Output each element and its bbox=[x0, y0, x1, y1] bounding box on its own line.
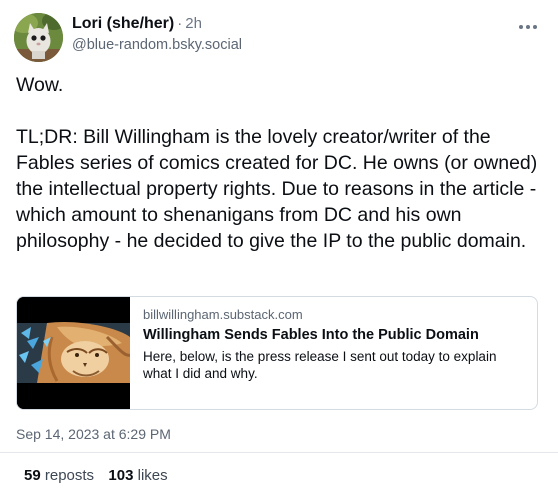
author-handle[interactable]: @blue-random.bsky.social bbox=[72, 37, 242, 53]
avatar[interactable] bbox=[14, 13, 63, 62]
more-options-button[interactable] bbox=[516, 18, 540, 36]
author-display-name[interactable]: Lori (she/her) bbox=[72, 15, 174, 33]
link-card-text: billwillingham.substack.com Willingham S… bbox=[143, 307, 528, 382]
link-thumbnail bbox=[17, 297, 131, 409]
lion-illustration-image bbox=[17, 297, 131, 409]
post-text: Wow. TL;DR: Bill Willingham is the lovel… bbox=[16, 72, 540, 254]
relative-time[interactable]: 2h bbox=[185, 15, 202, 32]
post-timestamp: Sep 14, 2023 at 6:29 PM bbox=[16, 426, 171, 442]
divider bbox=[0, 452, 558, 453]
likes-label: likes bbox=[137, 467, 168, 484]
link-title: Willingham Sends Fables Into the Public … bbox=[143, 327, 479, 343]
reposts-count: 59 bbox=[24, 467, 41, 484]
name-line: Lori (she/her) · 2h bbox=[72, 15, 202, 33]
likes-count: 103 bbox=[108, 467, 134, 484]
post-paragraph: TL;DR: Bill Willingham is the lovely cre… bbox=[16, 126, 548, 252]
reposts-stat[interactable]: 59 reposts bbox=[24, 467, 98, 484]
link-preview-card[interactable]: billwillingham.substack.com Willingham S… bbox=[16, 296, 538, 410]
link-domain: billwillingham.substack.com bbox=[143, 307, 303, 322]
likes-stat[interactable]: 103 likes bbox=[108, 467, 167, 484]
link-description: Here, below, is the press release I sent… bbox=[143, 349, 497, 381]
avatar-image bbox=[14, 13, 63, 62]
more-options-icon bbox=[518, 25, 539, 29]
separator: · bbox=[177, 15, 183, 32]
post-paragraph: Wow. bbox=[16, 74, 64, 96]
reposts-label: reposts bbox=[44, 467, 95, 484]
post-stats: 59 reposts 103 likes bbox=[24, 467, 168, 484]
